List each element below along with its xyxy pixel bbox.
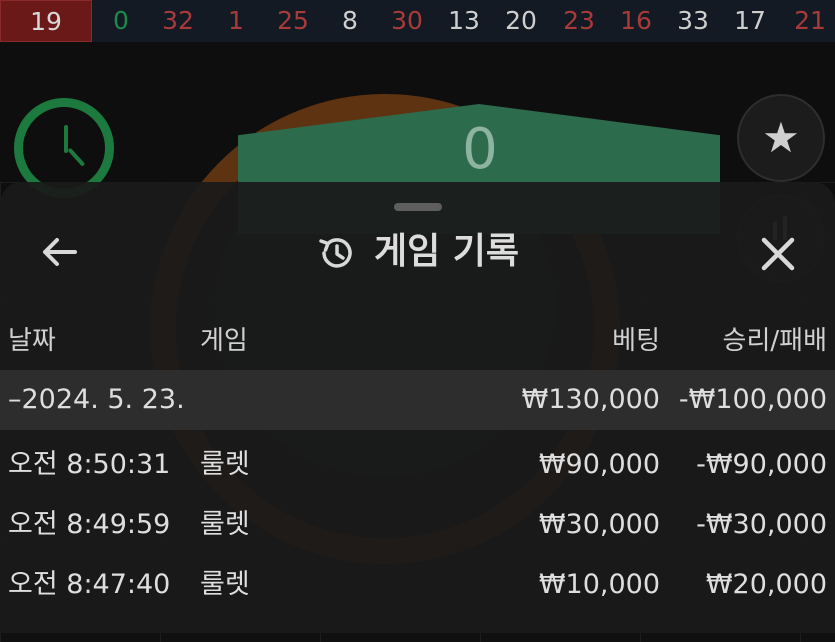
result-number: 32 xyxy=(162,6,194,35)
history-row[interactable]: 오전 8:50:31 룰렛 ₩90,000 -₩90,000 xyxy=(0,435,835,495)
history-icon xyxy=(319,238,352,268)
date-group-win-total: -₩100,000 xyxy=(678,384,827,415)
result-number: 16 xyxy=(620,6,652,35)
row-game: 룰렛 xyxy=(200,569,250,600)
row-time: 오전 8:47:40 xyxy=(8,569,171,600)
row-win-loss: -₩90,000 xyxy=(696,449,827,480)
result-number: 30 xyxy=(391,6,423,35)
results-strip: 19 0 32 1 25 8 30 13 20 23 16 33 17 21 xyxy=(0,0,835,43)
row-bet: ₩30,000 xyxy=(538,509,660,540)
close-button[interactable] xyxy=(756,232,800,276)
sheet-title-text: 게임 기록 xyxy=(373,231,519,272)
row-time: 오전 8:50:31 xyxy=(8,449,171,480)
row-bet: ₩10,000 xyxy=(538,569,660,600)
drag-handle[interactable] xyxy=(394,203,442,211)
column-bet: 베팅 xyxy=(612,326,660,356)
row-win-loss: ₩20,000 xyxy=(705,569,827,600)
result-number: 23 xyxy=(563,6,595,35)
row-bet: ₩90,000 xyxy=(538,449,660,480)
result-number: 33 xyxy=(677,6,709,35)
sheet-title: 게임 기록 xyxy=(0,228,835,276)
column-win-loss: 승리/패배 xyxy=(722,326,827,356)
result-number: 25 xyxy=(277,6,309,35)
row-game: 룰렛 xyxy=(200,509,250,540)
result-number: 20 xyxy=(505,6,537,35)
result-number: 13 xyxy=(448,6,480,35)
result-current: 19 xyxy=(0,0,92,42)
result-number: 1 xyxy=(228,6,244,35)
history-row[interactable]: 오전 8:47:40 룰렛 ₩10,000 ₩20,000 xyxy=(0,555,835,615)
row-win-loss: -₩30,000 xyxy=(696,509,827,540)
column-date: 날짜 xyxy=(8,326,56,356)
board-zero-label: 0 xyxy=(462,117,498,182)
row-time: 오전 8:49:59 xyxy=(8,509,171,540)
table-header: 날짜 게임 베팅 승리/패배 xyxy=(0,320,835,360)
row-game: 룰렛 xyxy=(200,449,250,480)
date-group-label: –2024. 5. 23. xyxy=(8,384,185,415)
close-icon xyxy=(761,237,795,271)
column-game: 게임 xyxy=(200,326,248,356)
star-icon: ★ xyxy=(762,113,800,162)
history-row[interactable]: 오전 8:49:59 룰렛 ₩30,000 -₩30,000 xyxy=(0,495,835,555)
date-group-row[interactable]: –2024. 5. 23. ₩130,000 -₩100,000 xyxy=(0,370,835,430)
date-group-bet-total: ₩130,000 xyxy=(521,384,660,415)
result-number: 21 xyxy=(794,6,826,35)
game-history-sheet: 게임 기록 날짜 게임 베팅 승리/패배 –2024. 5. 23. ₩130,… xyxy=(0,182,835,633)
result-number: 8 xyxy=(342,6,358,35)
result-number: 17 xyxy=(734,6,766,35)
result-number: 0 xyxy=(113,6,129,35)
favorites-button[interactable]: ★ xyxy=(737,94,825,182)
